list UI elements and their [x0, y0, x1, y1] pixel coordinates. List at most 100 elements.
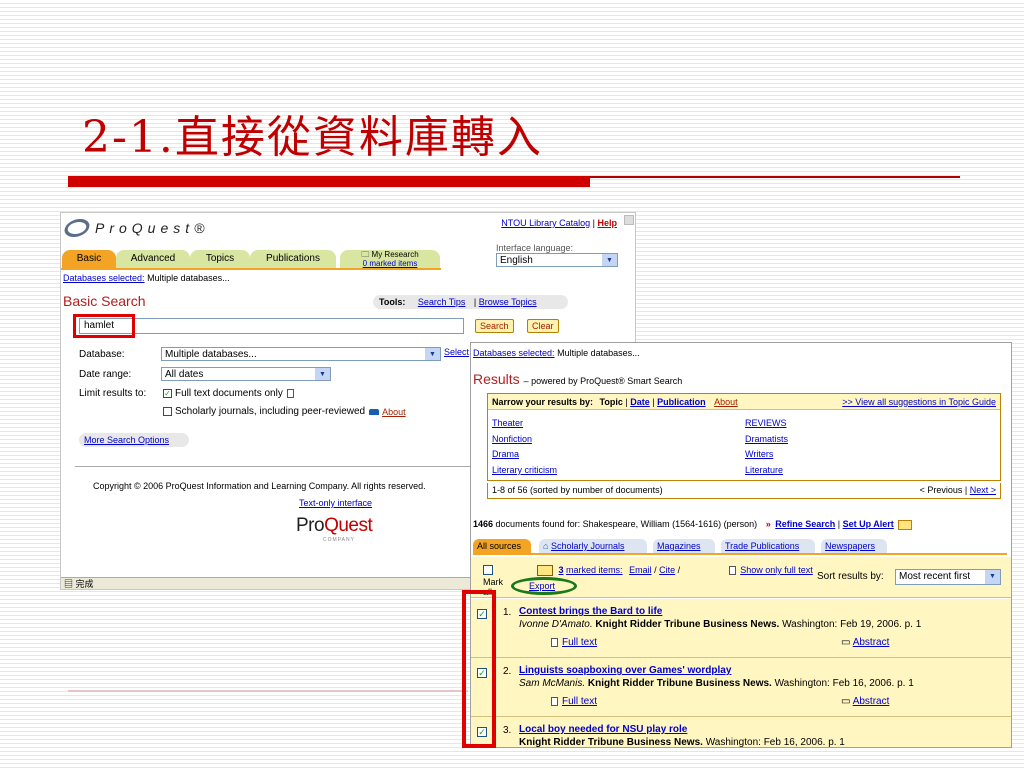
- topic-link[interactable]: Writers: [745, 449, 773, 459]
- highlight-box-search: [73, 314, 135, 338]
- view-all-suggestions-link[interactable]: >> View all suggestions in Topic Guide: [842, 394, 996, 410]
- date-range-label: Date range:: [79, 369, 132, 380]
- documents-found: 1466 documents found for: Shakespeare, W…: [473, 519, 913, 530]
- clear-button[interactable]: Clear: [527, 319, 559, 333]
- result-citation: Sam McManis. Knight Ridder Tribune Busin…: [519, 678, 914, 689]
- topic-link[interactable]: Literary criticism: [492, 465, 557, 475]
- abstract-link[interactable]: Abstract: [853, 637, 890, 648]
- highlight-box-checkboxes: [462, 590, 496, 748]
- graduation-cap-icon: [369, 408, 380, 415]
- topic-count-row: 1-8 of 56 (sorted by number of documents…: [487, 483, 1001, 499]
- tab-my-research[interactable]: 🗀 My Research 0 marked items: [340, 250, 440, 268]
- interface-language-label: Interface language:: [496, 243, 574, 253]
- refine-search-link[interactable]: Refine Search: [775, 519, 835, 529]
- scholarly-option: Scholarly journals, including peer-revie…: [163, 406, 406, 417]
- page-done-icon: ▤: [64, 579, 74, 589]
- full-text-checkbox[interactable]: ✓: [163, 389, 172, 398]
- tab-newspapers[interactable]: Newspapers: [821, 539, 887, 553]
- abstract-option: ▭ Abstract: [841, 637, 889, 648]
- database-label: Database:: [79, 349, 125, 360]
- databases-selected: Databases selected: Multiple databases..…: [63, 273, 230, 283]
- narrow-results-box: Narrow your results by: Topic | Date | P…: [487, 393, 1001, 481]
- browse-topics-link[interactable]: Browse Topics: [479, 297, 537, 307]
- marked-items-link[interactable]: marked items:: [566, 565, 623, 575]
- search-input[interactable]: hamlet: [79, 318, 464, 334]
- tab-advanced[interactable]: Advanced: [116, 250, 190, 268]
- abstract-icon: ▭: [841, 696, 851, 707]
- tab-publications[interactable]: Publications: [250, 250, 336, 268]
- email-link[interactable]: Email: [629, 565, 652, 575]
- abstract-link[interactable]: Abstract: [853, 696, 890, 707]
- result-title-link[interactable]: Contest brings the Bard to life: [519, 606, 662, 617]
- databases-selected-link[interactable]: Databases selected:: [473, 348, 555, 358]
- library-catalog-link[interactable]: NTOU Library Catalog: [501, 218, 590, 228]
- result-title-link[interactable]: Local boy needed for NSU play role: [519, 724, 687, 735]
- mark-all-checkbox[interactable]: [483, 565, 493, 575]
- tools-bar: Tools: Search Tips | Browse Topics: [373, 295, 568, 309]
- graduation-cap-icon: ⌂: [543, 541, 549, 551]
- sort-select[interactable]: Most recent first ▼: [895, 569, 1001, 585]
- topic-link[interactable]: Dramatists: [745, 434, 788, 444]
- cite-link[interactable]: Cite: [659, 565, 675, 575]
- narrow-date-link[interactable]: Date: [630, 397, 650, 407]
- marked-items-group: 3 marked items: Email / Cite /: [537, 565, 680, 577]
- result-item: ✓ 3. Local boy needed for NSU play role …: [471, 717, 1011, 747]
- title-underline: [68, 176, 590, 187]
- search-button[interactable]: Search: [475, 319, 514, 333]
- marked-items-link[interactable]: 0 marked items: [363, 259, 418, 268]
- dropdown-arrow-icon: ▼: [315, 368, 330, 380]
- set-up-alert-link[interactable]: Set Up Alert: [843, 519, 894, 529]
- tab-strip: [61, 268, 441, 270]
- databases-selected: Databases selected: Multiple databases..…: [473, 348, 640, 358]
- tab-basic[interactable]: Basic: [62, 250, 116, 268]
- tab-trade-publications[interactable]: Trade Publications: [721, 539, 815, 553]
- about-link[interactable]: About: [382, 407, 406, 417]
- scholarly-checkbox[interactable]: [163, 407, 172, 416]
- date-range-select[interactable]: All dates ▼: [161, 367, 331, 381]
- tab-magazines[interactable]: Magazines: [653, 539, 715, 553]
- scroll-up-arrow[interactable]: [624, 215, 634, 225]
- narrow-results-header: Narrow your results by: Topic | Date | P…: [488, 394, 1000, 410]
- tab-topics[interactable]: Topics: [190, 250, 250, 268]
- full-text-option: Full text: [551, 696, 597, 707]
- narrow-publication-link[interactable]: Publication: [657, 397, 706, 407]
- show-full-text-link[interactable]: Show only full text: [740, 565, 813, 575]
- select-databases-link[interactable]: Select: [444, 347, 469, 357]
- highlight-oval-export: [511, 577, 577, 595]
- topic-link[interactable]: Drama: [492, 449, 519, 459]
- interface-language-select[interactable]: English ▼: [496, 253, 618, 267]
- topic-link[interactable]: REVIEWS: [745, 418, 787, 428]
- document-icon: [286, 389, 294, 398]
- result-citation: Ivonne D'Amato. Knight Ridder Tribune Bu…: [519, 619, 922, 630]
- full-text-option: Full text: [551, 637, 597, 648]
- topic-link[interactable]: Literature: [745, 465, 783, 475]
- next-link[interactable]: Next >: [970, 485, 996, 495]
- previous-link[interactable]: < Previous: [920, 485, 963, 495]
- proquest-logo: ProQuest®: [61, 217, 209, 239]
- database-select[interactable]: Multiple databases... ▼: [161, 347, 441, 361]
- copyright-text: Copyright © 2006 ProQuest Information an…: [93, 481, 426, 491]
- dropdown-arrow-icon: ▼: [602, 254, 617, 266]
- tab-all-sources[interactable]: All sources: [473, 539, 531, 553]
- result-title-link[interactable]: Linguists soapboxing over Games' wordpla…: [519, 665, 731, 676]
- marked-count[interactable]: 3: [559, 565, 564, 575]
- full-text-link[interactable]: Full text: [562, 696, 597, 707]
- topic-link[interactable]: Nonfiction: [492, 434, 532, 444]
- topic-link[interactable]: Theater: [492, 418, 523, 428]
- dropdown-arrow-icon: ▼: [985, 570, 1000, 584]
- search-tips-link[interactable]: Search Tips: [418, 297, 466, 307]
- result-item: ✓ 2. Linguists soapboxing over Games' wo…: [471, 658, 1011, 717]
- slide-title: 2-1.直接從資料庫轉入: [82, 112, 543, 163]
- full-text-link[interactable]: Full text: [562, 637, 597, 648]
- help-link[interactable]: Help: [597, 218, 617, 228]
- results-heading: Results – powered by ProQuest® Smart Sea…: [473, 371, 683, 387]
- text-only-link[interactable]: Text-only interface: [299, 498, 372, 508]
- proquest-results-window: Databases selected: Multiple databases..…: [470, 342, 1012, 748]
- document-icon: [551, 637, 558, 647]
- databases-selected-link[interactable]: Databases selected:: [63, 273, 145, 283]
- folder-icon: 🗀: [361, 250, 370, 259]
- tab-scholarly-journals[interactable]: ⌂ Scholarly Journals: [539, 539, 647, 553]
- narrow-about-link[interactable]: About: [714, 397, 738, 407]
- more-search-options[interactable]: More Search Options: [79, 433, 189, 447]
- double-arrow-icon: »: [765, 519, 771, 529]
